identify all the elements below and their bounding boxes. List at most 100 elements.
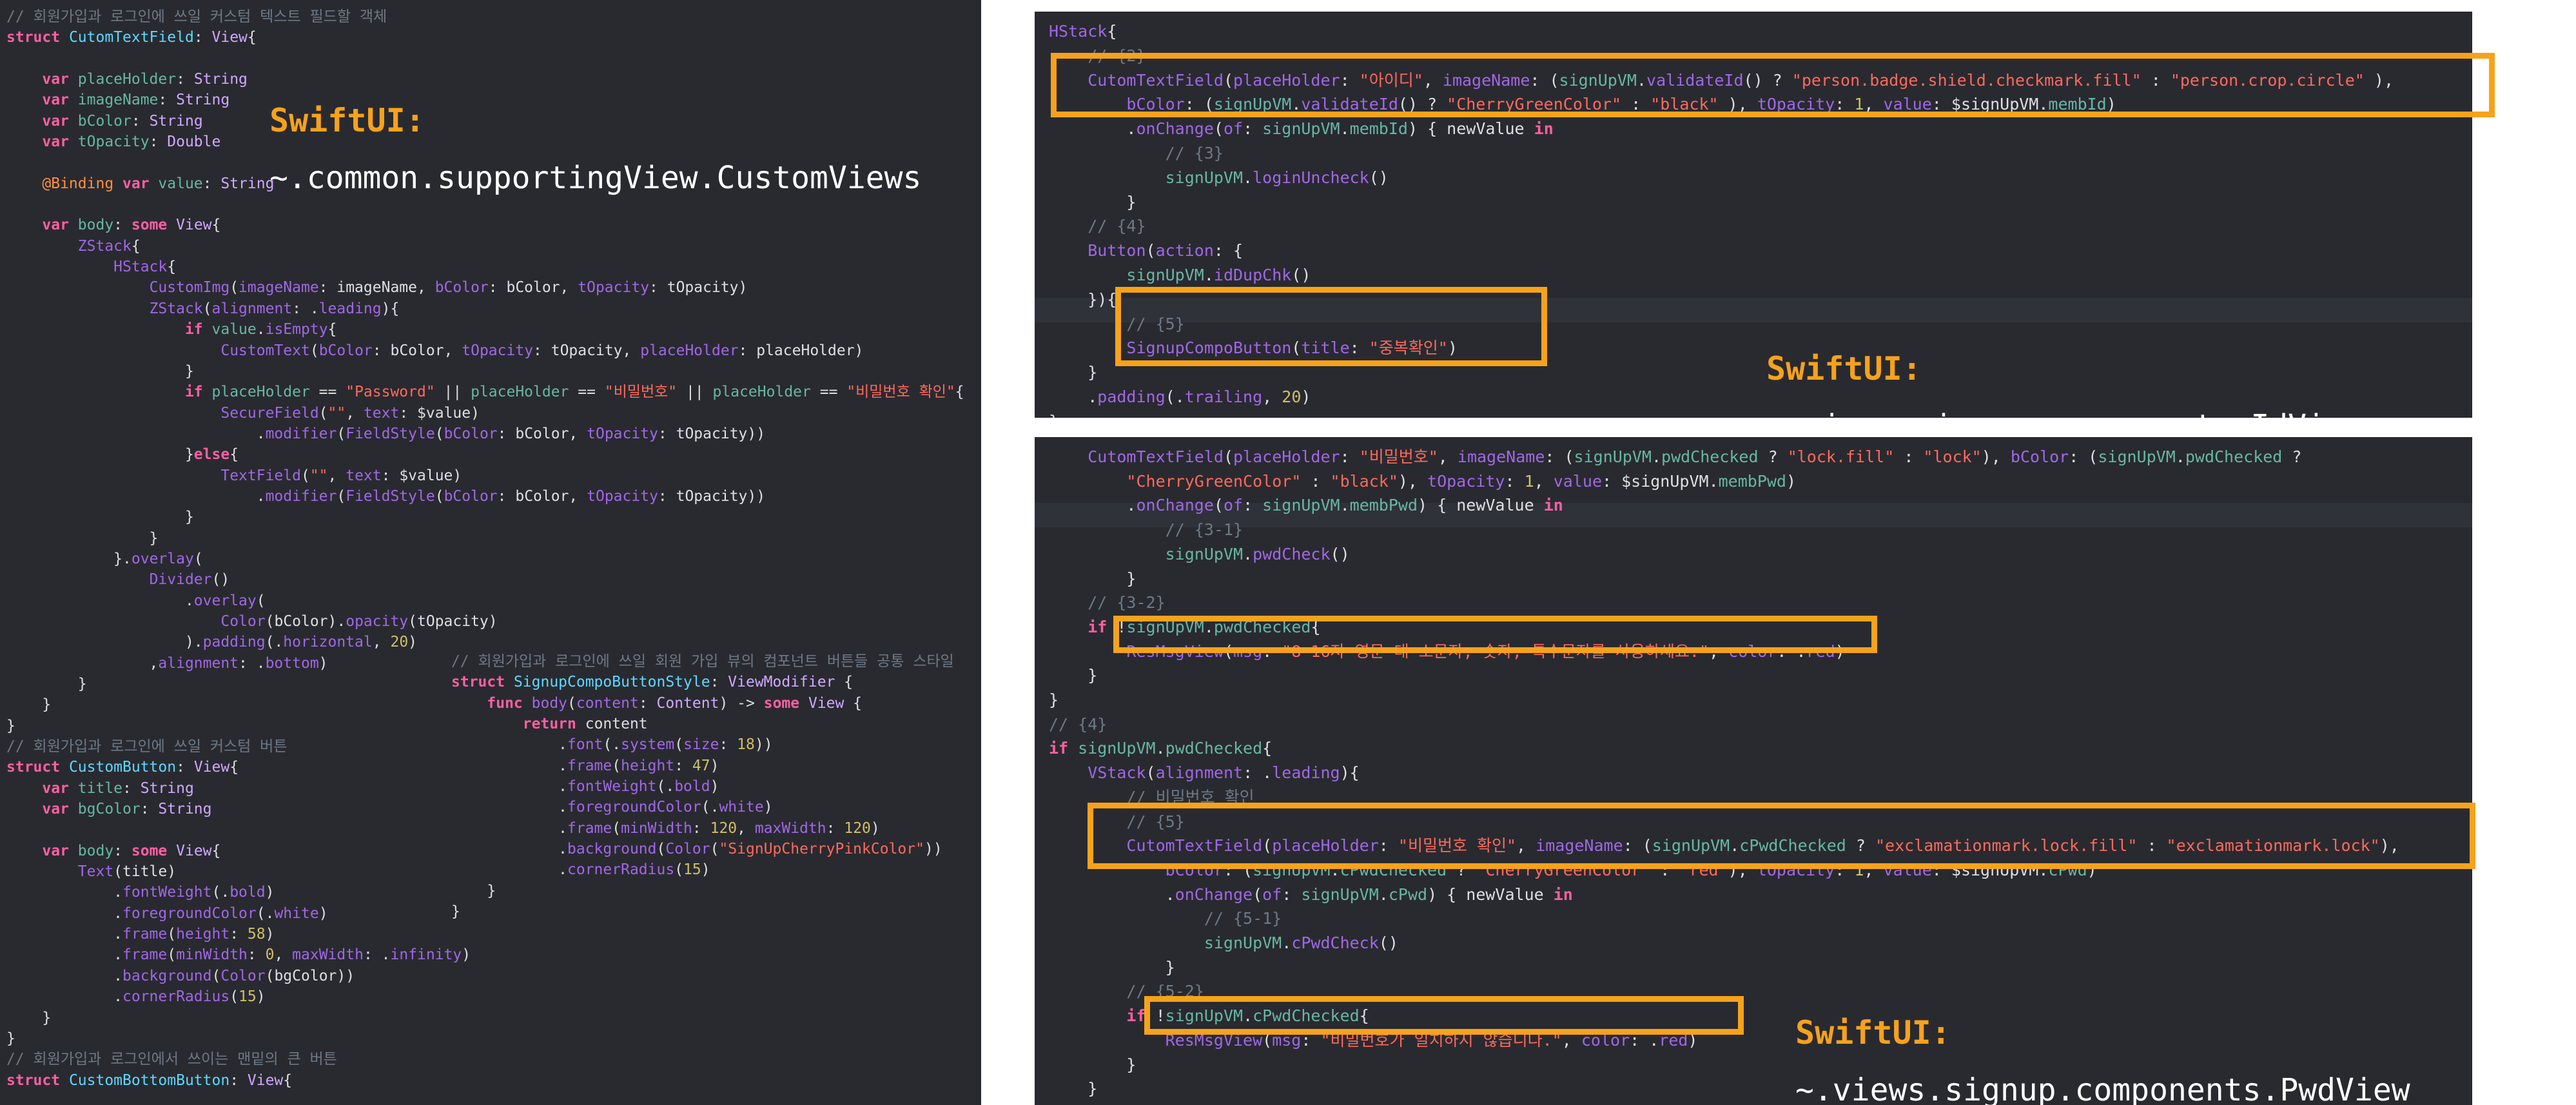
- code-token: ): [1786, 471, 1797, 491]
- code-line: }: [1049, 955, 2399, 980]
- code-token: cPwd: [1388, 885, 1428, 904]
- code-token: String: [140, 779, 194, 797]
- code-line: // {5-1}: [1049, 906, 2399, 931]
- code-token: ){: [381, 300, 400, 317]
- code-token: imageName: [239, 279, 319, 297]
- code-token: :: [176, 759, 194, 776]
- code-token: ){: [1340, 763, 1360, 783]
- code-line: CutomTextField(placeHolder: "비밀번호", imag…: [1049, 445, 2399, 469]
- code-token: .: [6, 905, 123, 922]
- code-token: :: [113, 217, 132, 234]
- code-line: }: [1049, 190, 2394, 215]
- code-token: {: [229, 446, 239, 464]
- code-token: View: [176, 842, 212, 859]
- code-token: value: [1553, 471, 1602, 491]
- code-token: onChange: [1136, 119, 1214, 139]
- code-token: if: [1088, 617, 1117, 636]
- code-token: (: [674, 861, 684, 879]
- code-token: .: [1378, 885, 1389, 904]
- code-line: "CherryGreenColor" : "black"), tOpacity:…: [1049, 469, 2399, 494]
- code-line: }: [1049, 567, 2399, 591]
- code-line: SecureField("", text: $value): [6, 403, 964, 424]
- code-token: : {: [1213, 241, 1244, 260]
- code-token: Color: [220, 612, 266, 630]
- code-token: }: [1049, 690, 1059, 710]
- code-token: :: [692, 819, 710, 837]
- code-token: : bColor,: [372, 342, 462, 359]
- code-line: .frame(minWidth: 0, maxWidth: .infinity): [6, 944, 964, 965]
- code-token: (: [1223, 447, 1233, 466]
- code-token: value: [158, 175, 203, 192]
- code-token: (: [337, 425, 346, 442]
- code-token: idDupChk: [1213, 265, 1292, 284]
- code-line: }: [6, 361, 964, 382]
- code-token: : .: [292, 300, 319, 317]
- code-token: .: [1340, 496, 1350, 515]
- code-token: : bColor,: [488, 279, 578, 297]
- code-token: .: [451, 778, 568, 796]
- code-token: "black": [1330, 471, 1398, 491]
- code-token: :: [1243, 496, 1263, 515]
- code-token: signUpVM: [2098, 447, 2176, 466]
- code-token: View: [247, 1071, 284, 1089]
- code-token: .: [6, 884, 123, 901]
- code-token: (title): [113, 863, 177, 881]
- code-line: ZStack{: [6, 236, 964, 257]
- code-token: cornerRadius: [122, 988, 230, 1006]
- code-token: .: [6, 988, 123, 1006]
- code-token: }: [1049, 1055, 1137, 1074]
- code-token: 120: [844, 819, 871, 837]
- code-token: pwdChecked: [2185, 447, 2283, 466]
- code-line: // {3-1}: [1049, 518, 2399, 542]
- code-token: :: [193, 29, 212, 46]
- code-line: }: [6, 528, 964, 549]
- code-token: }: [1049, 1079, 1098, 1099]
- code-line: TextField("", text: $value): [6, 465, 964, 486]
- code-token: ZStack: [149, 300, 203, 317]
- code-token: }: [1049, 363, 1098, 382]
- code-token: var: [42, 71, 78, 88]
- code-token: :: [140, 801, 159, 818]
- code-token: ): [710, 778, 719, 796]
- code-line: if value.isEmpty{: [6, 319, 964, 340]
- code-token: {: [211, 842, 221, 859]
- code-token: minWidth: [621, 819, 692, 837]
- code-token: (: [1213, 119, 1224, 139]
- code-token: :: [1340, 447, 1360, 466]
- code-token: // {3-1}: [1165, 520, 1244, 540]
- code-token: var: [42, 112, 78, 130]
- code-token: (: [211, 967, 221, 984]
- code-token: (.: [1165, 387, 1185, 406]
- code-token: }.: [6, 550, 132, 567]
- code-line: // 회원가입과 로그인에서 쓰이는 맨밑의 큰 버튼: [6, 1049, 964, 1070]
- code-token: font: [567, 736, 603, 754]
- code-token: "SignUpCherryPinkColor": [719, 841, 924, 858]
- code-token: TextField: [220, 467, 301, 484]
- code-token: text: [346, 467, 382, 484]
- code-token: 120: [710, 819, 737, 837]
- code-token: Button: [1088, 241, 1146, 260]
- code-token: (: [229, 279, 239, 297]
- code-token: ): [870, 819, 880, 837]
- code-token: (bColor).: [265, 612, 346, 630]
- code-token: signUpVM: [1078, 739, 1156, 758]
- code-token: ): [763, 799, 773, 816]
- code-token: ): [256, 988, 266, 1006]
- code-token: @Binding: [42, 175, 123, 192]
- code-token: loginUncheck: [1253, 168, 1369, 187]
- code-line: // {4}: [1049, 712, 2399, 737]
- code-token: 47: [692, 757, 710, 774]
- code-token: content: [576, 694, 639, 712]
- code-token: .: [1243, 544, 1253, 563]
- code-token: ) { newValue: [1407, 119, 1534, 139]
- code-token: (): [1330, 544, 1350, 563]
- code-token: frame: [567, 819, 612, 837]
- code-token: ==: [309, 384, 346, 401]
- code-token: ,: [737, 819, 755, 837]
